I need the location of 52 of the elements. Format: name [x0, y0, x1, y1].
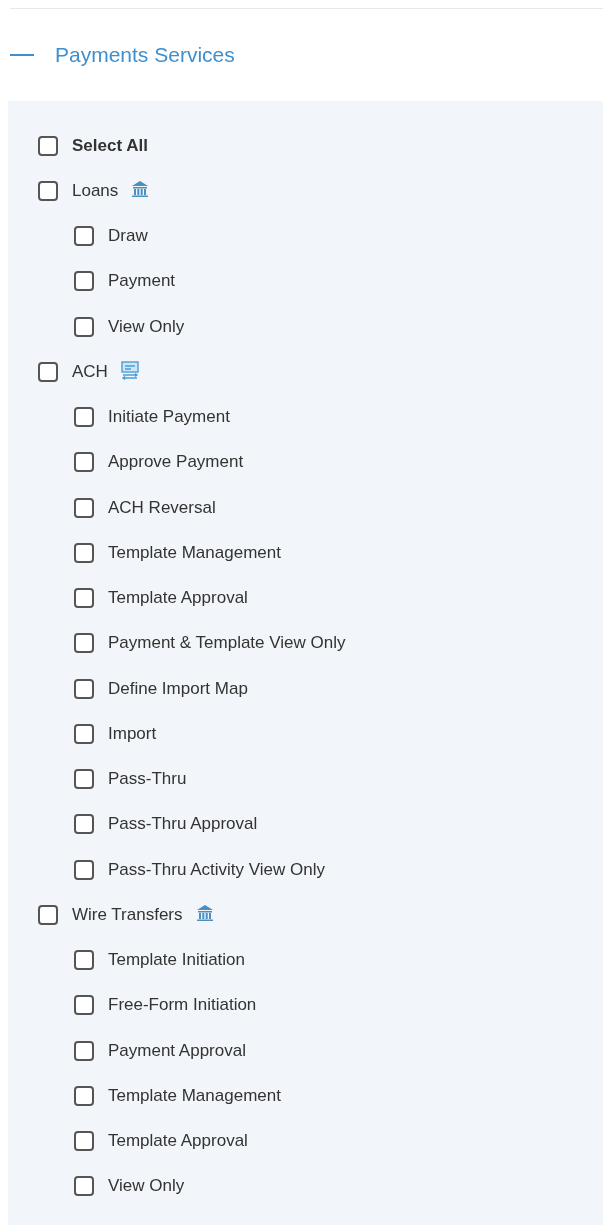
- checkbox-label: Select All: [72, 135, 148, 156]
- checkbox-label: Payment & Template View Only: [108, 633, 346, 654]
- checkbox[interactable]: [74, 723, 94, 744]
- checkbox-label: Free-Form Initiation: [108, 995, 257, 1016]
- checkbox[interactable]: [74, 1040, 94, 1061]
- checkbox[interactable]: [74, 1085, 94, 1106]
- checkbox[interactable]: [74, 407, 94, 428]
- checkbox-label: Template Approval: [108, 588, 248, 609]
- checkbox-label: Template Management: [108, 542, 281, 563]
- checkbox[interactable]: [74, 995, 94, 1016]
- checkbox-label: ACH Reversal: [108, 497, 216, 518]
- checkbox[interactable]: [74, 497, 94, 518]
- bank-icon: [130, 178, 151, 199]
- checkbox[interactable]: [74, 1176, 94, 1197]
- checkbox[interactable]: [74, 542, 94, 563]
- checkbox-label: Payment Approval: [108, 1040, 246, 1061]
- bank-icon: [194, 902, 215, 923]
- transfer-icon: [119, 359, 140, 380]
- checkbox[interactable]: [74, 814, 94, 835]
- checkbox[interactable]: [74, 271, 94, 292]
- checkbox[interactable]: [38, 135, 58, 156]
- checkbox[interactable]: [74, 226, 94, 247]
- checkbox[interactable]: [38, 904, 58, 925]
- checkbox-label: Pass-Thru Approval: [108, 814, 258, 835]
- checkbox-label: ACH: [72, 361, 108, 382]
- checkbox[interactable]: [74, 588, 94, 609]
- checkbox-label: Import: [108, 723, 157, 744]
- checkbox-label: Template Initiation: [108, 950, 246, 971]
- checkbox[interactable]: [74, 950, 94, 971]
- checkbox[interactable]: [38, 361, 58, 382]
- checkbox-label: Define Import Map: [108, 678, 248, 699]
- checkbox-label: Template Approval: [108, 1131, 248, 1152]
- checkbox-label: Pass-Thru: [108, 769, 187, 790]
- checkbox[interactable]: [74, 316, 94, 337]
- checkbox-label: Payment: [108, 271, 176, 292]
- section-title: Payments Services: [55, 42, 235, 67]
- checkbox[interactable]: [74, 859, 94, 880]
- checkbox[interactable]: [74, 452, 94, 473]
- checkbox-label: Initiate Payment: [108, 407, 230, 428]
- checkbox-label: Loans: [72, 180, 119, 201]
- checkbox[interactable]: [74, 678, 94, 699]
- checkbox-label: View Only: [108, 1176, 185, 1197]
- checkbox[interactable]: [74, 1131, 94, 1152]
- checkbox-label: Pass-Thru Activity View Only: [108, 859, 325, 880]
- checkbox-label: Draw: [108, 226, 148, 247]
- checkbox-label: View Only: [108, 316, 185, 337]
- checkbox-label: Approve Payment: [108, 452, 244, 473]
- checkbox-label: Template Management: [108, 1085, 281, 1106]
- checkbox[interactable]: [38, 180, 58, 201]
- checkbox[interactable]: [74, 769, 94, 790]
- checkbox[interactable]: [74, 633, 94, 654]
- checkbox-label: Wire Transfers: [72, 904, 183, 925]
